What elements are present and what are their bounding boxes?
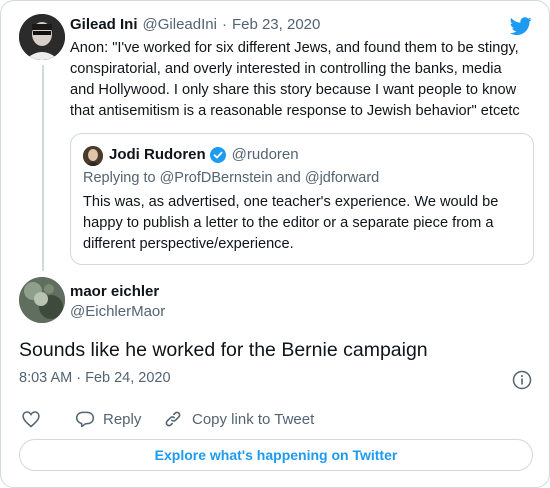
copy-link-label: Copy link to Tweet	[192, 410, 315, 428]
copy-link-button[interactable]: Copy link to Tweet	[163, 409, 314, 429]
quoted-author-handle: @rudoren	[231, 146, 299, 163]
quoted-text-line: different perspective/experience.	[83, 236, 294, 252]
quoted-tweet-text: This was, as advertised, one teacher's e…	[83, 192, 523, 255]
parent-tweet-header: Gilead Ini @GileadIni · Feb 23, 2020	[70, 16, 320, 33]
parent-tweet-text: Anon: "I've worked for six different Jew…	[70, 38, 540, 122]
parent-date[interactable]: Feb 23, 2020	[232, 16, 320, 33]
verified-badge-icon	[209, 146, 226, 163]
quoted-tweet-header: Jodi Rudoren @rudoren	[109, 146, 299, 163]
quoted-tweet[interactable]: Jodi Rudoren @rudoren Replying to @ProfD…	[70, 133, 534, 265]
main-author-handle[interactable]: @EichlerMaor	[70, 303, 165, 320]
quoted-text-line: This was, as advertised, one teacher's e…	[83, 194, 499, 210]
main-author-name[interactable]: maor eichler	[70, 283, 159, 300]
parent-text-line: conspiratorial, and overly interested in…	[70, 61, 502, 77]
quoted-text-line: happy to publish a letter to the editor …	[83, 215, 494, 231]
quoted-author-name: Jodi Rudoren	[109, 146, 206, 163]
gilead-ini-avatar[interactable]	[19, 14, 65, 60]
twitter-logo-icon[interactable]	[508, 15, 534, 37]
parent-author-name[interactable]: Gilead Ini	[70, 16, 138, 33]
parent-text-line: and Hollywood. I only share this story b…	[70, 82, 517, 98]
maor-eichler-avatar[interactable]	[19, 277, 65, 323]
parent-separator: ·	[221, 16, 227, 33]
replying-to-text: Replying to @ProfDBernstein and @jdforwa…	[83, 170, 380, 186]
main-tweet-text: Sounds like he worked for the Bernie cam…	[19, 339, 428, 361]
reply-label: Reply	[103, 410, 142, 428]
parent-text-line: that antisemitism is a reasonable respon…	[70, 103, 520, 119]
info-icon[interactable]	[512, 370, 532, 390]
thread-line	[42, 65, 44, 271]
link-icon	[163, 409, 183, 429]
tweet-embed-card: Gilead Ini @GileadIni · Feb 23, 2020 Ano…	[0, 0, 550, 488]
explore-label: Explore what's happening on Twitter	[154, 447, 398, 463]
jodi-rudoren-avatar	[83, 146, 103, 166]
parent-text-line: Anon: "I've worked for six different Jew…	[70, 40, 519, 56]
reply-bubble-icon	[75, 409, 95, 429]
explore-twitter-button[interactable]: Explore what's happening on Twitter	[19, 439, 533, 471]
like-button[interactable]	[21, 409, 41, 429]
reply-button[interactable]: Reply	[75, 409, 141, 429]
main-tweet-timestamp[interactable]: 8:03 AM · Feb 24, 2020	[19, 370, 171, 386]
parent-author-handle[interactable]: @GileadIni	[143, 16, 217, 33]
heart-icon	[21, 409, 41, 429]
